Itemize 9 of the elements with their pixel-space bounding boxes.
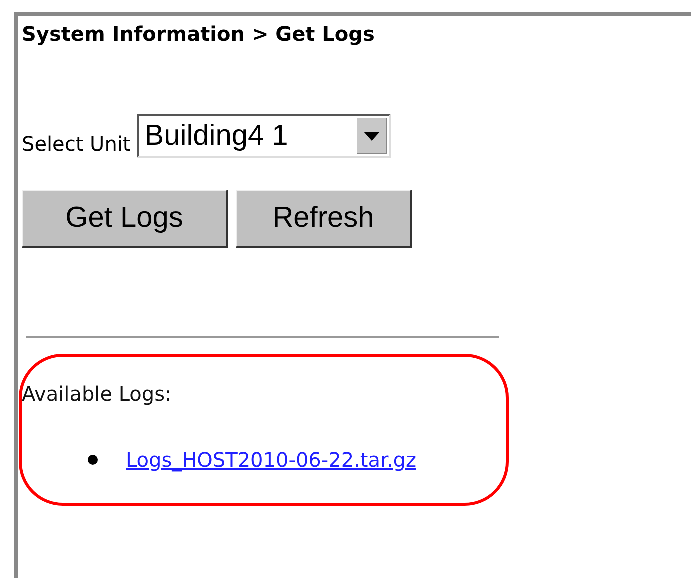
action-button[interactable]: Get Logs — [22, 190, 228, 248]
caret-icon — [356, 118, 387, 154]
breadcrumb-title: System Information > Get Logs — [22, 22, 376, 46]
select-unit-label: Select Unit — [22, 132, 131, 158]
log-file-link[interactable]: Logs_HOST2010-06-22.tar.gz — [126, 448, 416, 472]
unit-dropdown[interactable]: Building4 1 — [136, 114, 391, 158]
action-button[interactable]: Refresh — [236, 190, 412, 248]
bullet-icon — [88, 455, 98, 465]
available-logs-heading: Available Logs: — [22, 382, 173, 406]
